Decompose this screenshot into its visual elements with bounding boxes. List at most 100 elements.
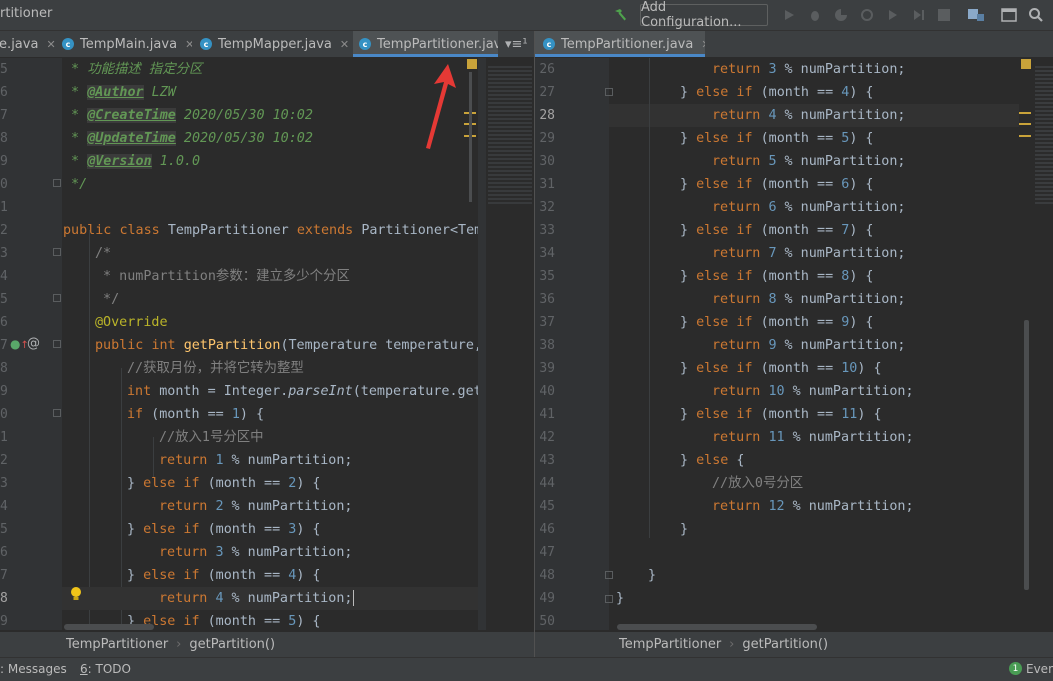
code-line: /* xyxy=(95,246,112,261)
breadcrumb-method[interactable]: getPartition() xyxy=(742,637,828,652)
line-number: 4 xyxy=(0,269,8,284)
messages-tool-button[interactable]: : Messages xyxy=(0,662,67,676)
text-caret xyxy=(352,590,354,606)
horizontal-scrollbar[interactable] xyxy=(62,624,478,630)
tab-temppartitioner-java[interactable]: c TempPartitioner.java xyxy=(353,31,498,57)
code-line: } xyxy=(616,591,625,606)
debug-icon[interactable] xyxy=(805,5,825,25)
fold-marker[interactable] xyxy=(605,88,613,96)
code-line: //放入0号分区 xyxy=(712,476,804,491)
line-number: 0 xyxy=(0,407,8,422)
fold-marker[interactable] xyxy=(53,294,61,302)
line-number: 3 xyxy=(0,476,8,491)
code-line: } else if (month == 9) { xyxy=(680,315,874,330)
right-editor[interactable]: 26 27 28 29 30 31 32 33 34 35 36 37 38 39 40 41 42 43 44 45… xyxy=(535,58,1053,630)
line-number: 35 xyxy=(539,269,555,284)
close-icon[interactable]: ✕ xyxy=(46,38,55,51)
add-configuration-button[interactable]: Add Configuration... xyxy=(640,0,768,30)
right-minimap[interactable] xyxy=(1019,58,1053,630)
code-line: } else if (month == 11) { xyxy=(680,407,882,422)
terminal-window-icon[interactable] xyxy=(999,5,1019,25)
inspection-status-icon[interactable] xyxy=(467,59,477,69)
close-icon[interactable]: ✕ xyxy=(340,38,349,51)
build-hammer-icon[interactable] xyxy=(610,5,630,25)
horizontal-scrollbar-thumb[interactable] xyxy=(617,624,817,630)
error-stripe-marker[interactable] xyxy=(1019,112,1031,114)
line-number: 1 xyxy=(0,200,8,215)
lightbulb-icon[interactable] xyxy=(70,586,82,606)
line-number: 6 xyxy=(0,85,8,100)
error-stripe-marker[interactable] xyxy=(1019,123,1031,125)
code-line: } else if (month == 4) { xyxy=(680,85,874,100)
code-line: return 3 % numPartition; xyxy=(159,545,353,560)
tab-re-java[interactable]: re.java ✕ xyxy=(0,31,55,57)
line-number: 43 xyxy=(539,453,555,468)
code-line: return 4 % numPartition; xyxy=(712,108,906,123)
code-line: } xyxy=(648,568,657,583)
line-number: 34 xyxy=(539,246,555,261)
fold-marker[interactable] xyxy=(53,409,61,417)
line-number: 8 xyxy=(0,591,8,606)
horizontal-scrollbar-thumb[interactable] xyxy=(64,624,154,630)
breadcrumb-class[interactable]: TempPartitioner xyxy=(66,637,168,652)
stop-icon[interactable] xyxy=(934,5,954,25)
line-number: 26 xyxy=(539,62,555,77)
fold-marker[interactable] xyxy=(605,571,613,579)
fold-marker[interactable] xyxy=(53,248,61,256)
line-number: 7 xyxy=(0,568,8,583)
line-number: 7 xyxy=(0,338,8,353)
close-icon[interactable]: ✕ xyxy=(701,38,705,51)
search-icon[interactable] xyxy=(1026,5,1046,25)
fold-marker[interactable] xyxy=(53,340,61,348)
vertical-scrollbar-thumb[interactable] xyxy=(469,72,472,202)
tab-label: re.java xyxy=(0,36,39,52)
minimap-preview xyxy=(1035,66,1053,206)
line-number: 29 xyxy=(539,131,555,146)
todo-tool-button[interactable]: 6: TODO xyxy=(80,662,131,676)
java-class-icon: c xyxy=(359,38,371,50)
code-line: return 1 % numPartition; xyxy=(159,453,353,468)
breadcrumb-class[interactable]: TempPartitioner xyxy=(619,637,721,652)
breadcrumb-method[interactable]: getPartition() xyxy=(189,637,275,652)
right-tab-bar: c TempPartitioner.java ✕ xyxy=(535,31,1053,57)
code-line: } else if (month == 5) { xyxy=(680,131,874,146)
tab-tempmain-java[interactable]: c TempMain.java ✕ xyxy=(62,31,192,57)
breadcrumb-separator-icon: › xyxy=(176,637,182,652)
rerun-icon[interactable] xyxy=(909,5,929,25)
profile-icon[interactable] xyxy=(857,5,877,25)
event-log-button[interactable]: Event xyxy=(1026,662,1053,676)
line-number: 28 xyxy=(539,108,555,123)
code-line: * @Version 1.0.0 xyxy=(63,154,201,169)
project-structure-icon[interactable] xyxy=(966,5,986,25)
code-line: @Override xyxy=(95,315,168,330)
inspection-status-icon[interactable] xyxy=(1021,59,1031,69)
code-line: * 功能描述 指定分区 xyxy=(63,62,203,77)
override-at-icon[interactable]: @ xyxy=(27,336,40,351)
java-class-icon: c xyxy=(200,38,212,50)
code-line: return 6 % numPartition; xyxy=(712,200,906,215)
run-dropdown-icon[interactable] xyxy=(883,5,903,25)
coverage-icon[interactable] xyxy=(831,5,851,25)
fold-marker[interactable] xyxy=(605,595,613,603)
code-line: return 3 % numPartition; xyxy=(712,62,906,77)
minimap-preview xyxy=(488,66,532,206)
line-number: 32 xyxy=(539,200,555,215)
tab-tempmapper-java[interactable]: c TempMapper.java ✕ xyxy=(200,31,350,57)
code-line: } else if (month == 2) { xyxy=(127,476,321,491)
left-minimap[interactable] xyxy=(464,58,534,630)
error-stripe-marker[interactable] xyxy=(1019,135,1031,137)
code-line: return 2 % numPartition; xyxy=(159,499,353,514)
todo-number: 6 xyxy=(80,662,88,676)
line-number: 49 xyxy=(539,591,555,606)
code-line: } else if (month == 10) { xyxy=(680,361,882,376)
run-icon[interactable] xyxy=(779,5,799,25)
close-icon[interactable]: ✕ xyxy=(185,38,192,51)
tab-temppartitioner-java-right[interactable]: c TempPartitioner.java ✕ xyxy=(535,31,705,57)
tab-overflow-menu-icon[interactable]: ▾≡¹ xyxy=(505,31,533,57)
vertical-scrollbar-thumb[interactable] xyxy=(1024,320,1029,590)
line-number: 40 xyxy=(539,384,555,399)
line-number: 5 xyxy=(0,62,8,77)
fold-marker[interactable] xyxy=(53,179,61,187)
code-line: return 9 % numPartition; xyxy=(712,338,906,353)
code-line: //获取月份，并将它转为整型 xyxy=(127,361,304,376)
